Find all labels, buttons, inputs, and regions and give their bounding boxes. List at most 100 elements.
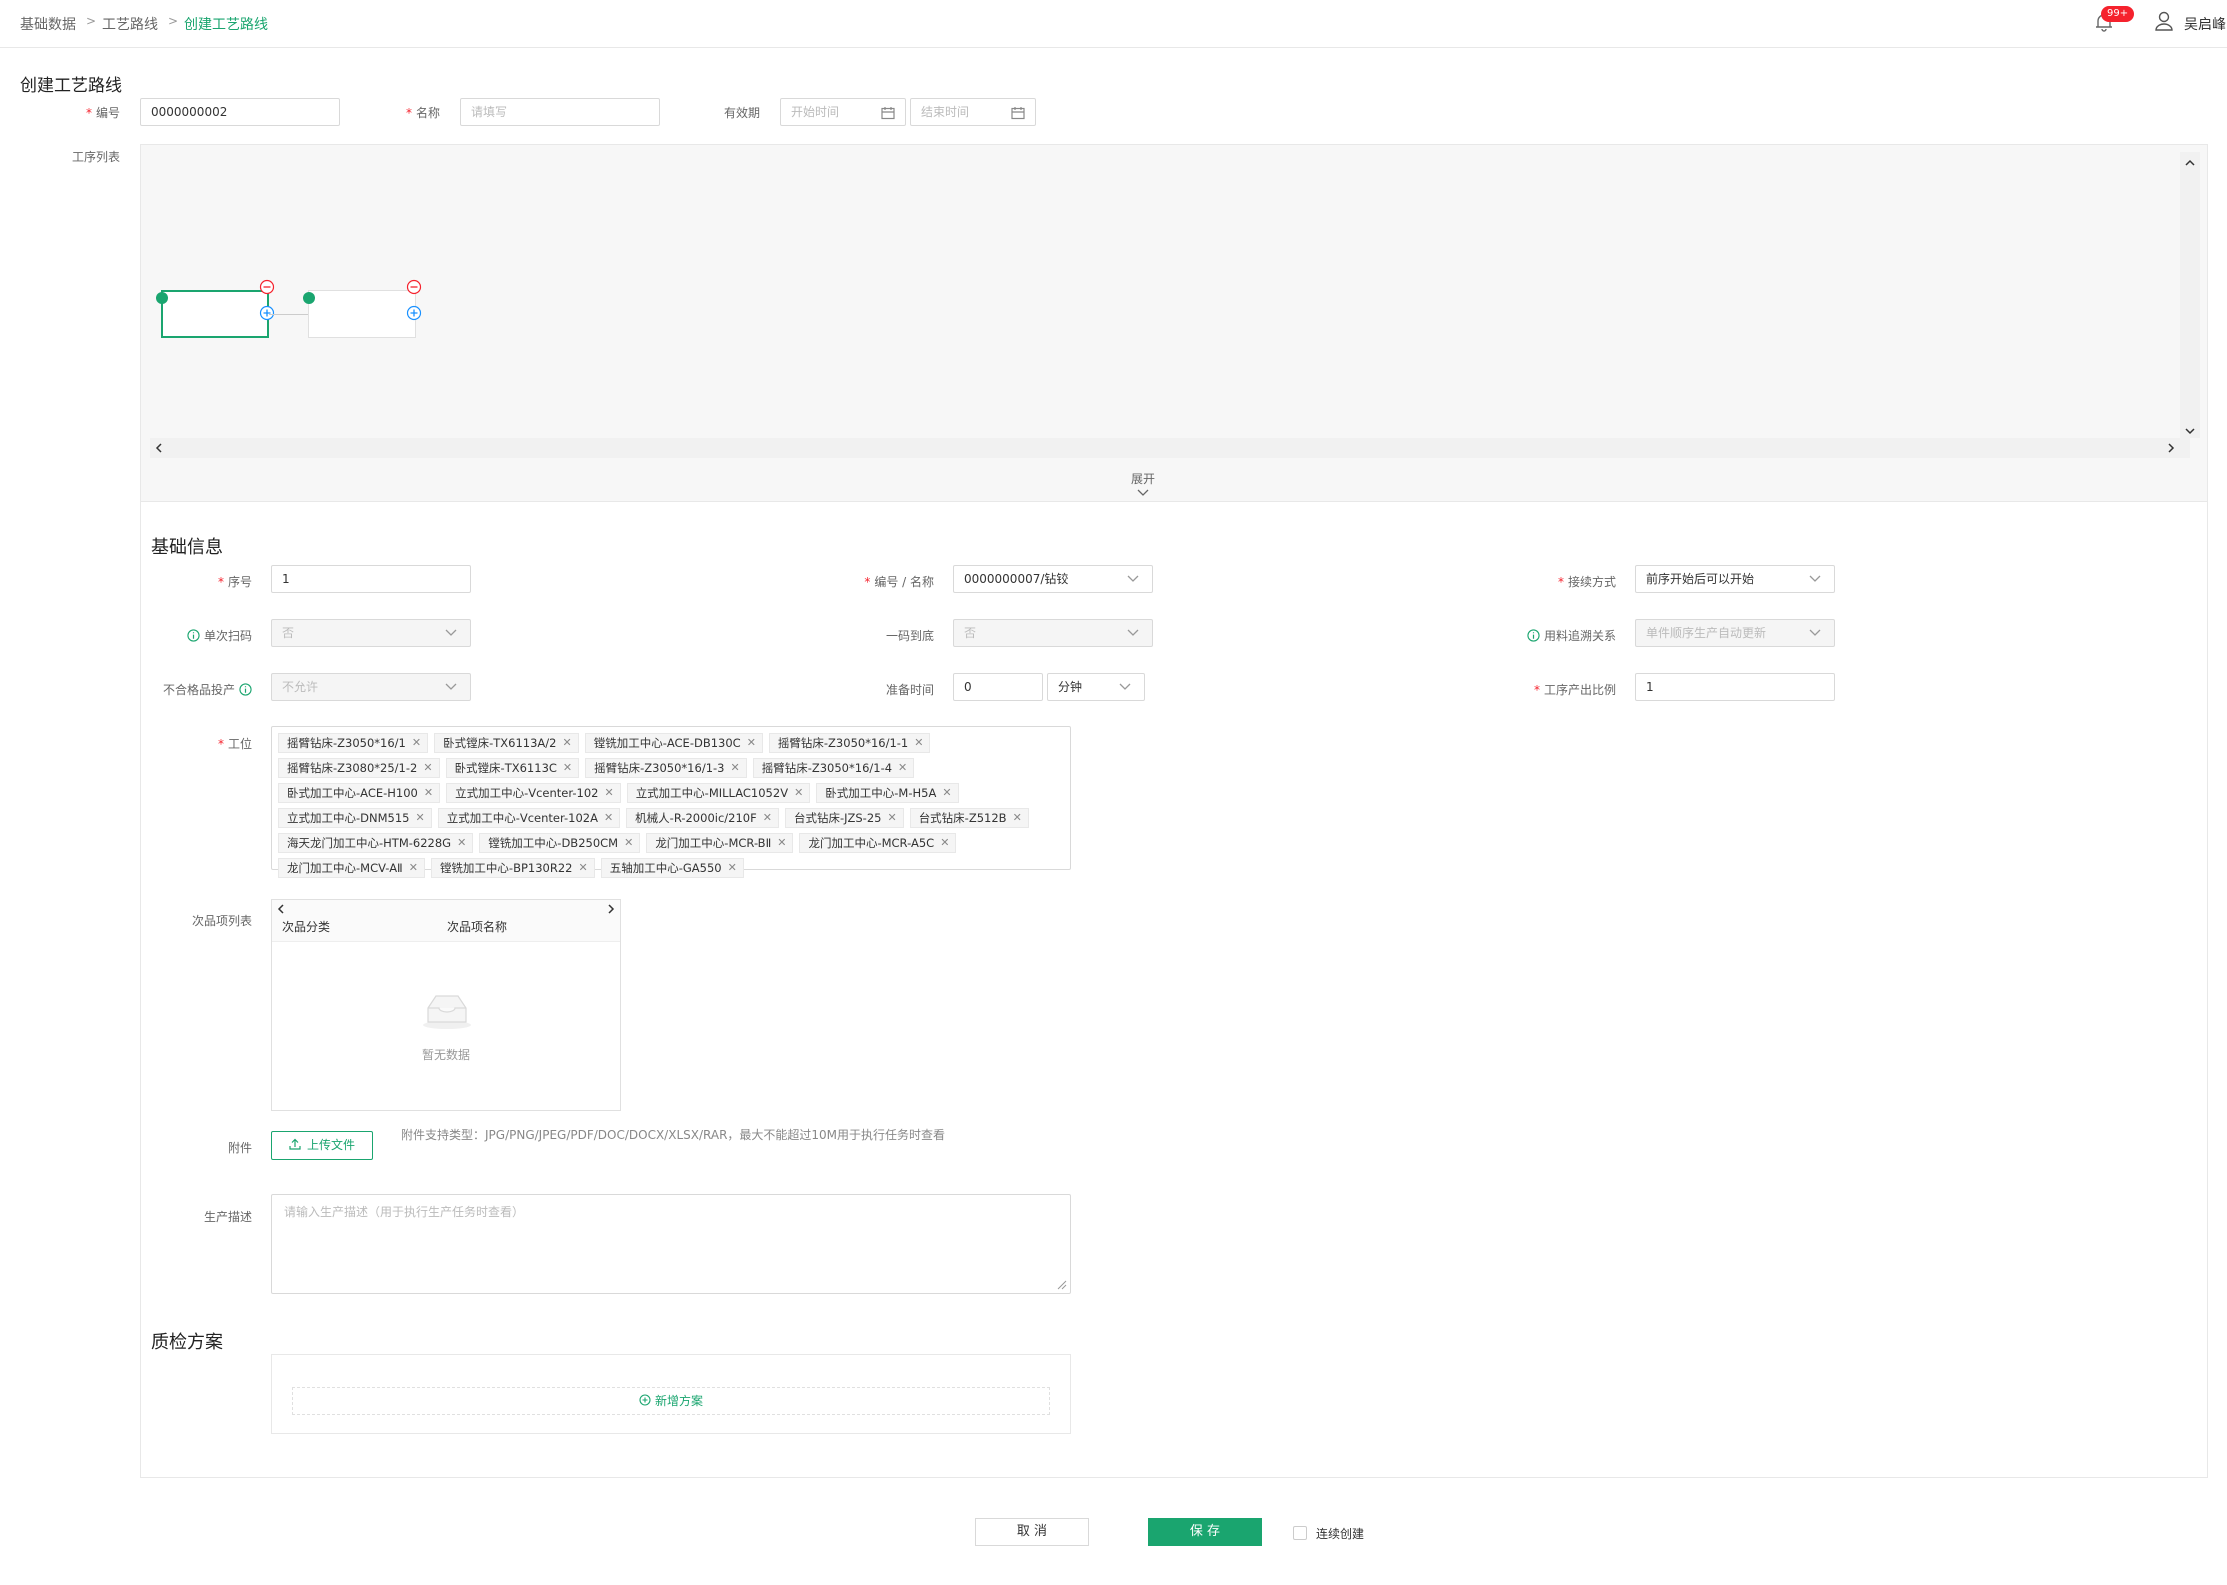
empty-text: 暂无数据 bbox=[421, 1048, 470, 1062]
station-tag: 摇臂钻床-Z3050*16/1-3 ✕ bbox=[585, 758, 747, 778]
save-button[interactable]: 保 存 bbox=[1148, 1518, 1262, 1546]
connect-label: * 接续方式 bbox=[1557, 575, 1616, 589]
station-tag: 龙门加工中心-MCR-BⅡ ✕ bbox=[646, 833, 794, 853]
close-icon[interactable]: ✕ bbox=[777, 834, 786, 852]
resize-handle-icon[interactable] bbox=[1057, 1280, 1067, 1290]
validity-label: 有效期 bbox=[723, 106, 760, 120]
station-tag-label: 卧式镗床-TX6113C bbox=[454, 761, 557, 775]
breadcrumb-separator: > bbox=[86, 14, 97, 28]
station-tag: 卧式镗床-TX6113A/2 ✕ bbox=[434, 733, 579, 753]
code-name-label: * 编号 / 名称 bbox=[864, 575, 934, 589]
station-tag-label: 立式加工中心-DNM515 bbox=[287, 811, 410, 825]
close-icon[interactable]: ✕ bbox=[563, 759, 572, 777]
desc-textarea[interactable]: 请输入生产描述（用于执行生产任务时查看） bbox=[271, 1194, 1071, 1294]
prep-time-input[interactable]: 0 bbox=[953, 673, 1043, 701]
upload-button[interactable]: 上传文件 bbox=[271, 1131, 373, 1160]
close-icon[interactable]: ✕ bbox=[409, 859, 418, 877]
seq-input[interactable]: 1 bbox=[271, 565, 471, 593]
breadcrumb-item-routing[interactable]: 工艺路线 bbox=[102, 14, 158, 34]
chevron-down-icon bbox=[1119, 683, 1131, 690]
close-icon[interactable]: ✕ bbox=[578, 859, 587, 877]
close-icon[interactable]: ✕ bbox=[604, 784, 613, 802]
station-tag-label: 海天龙门加工中心-HTM-6228G bbox=[287, 836, 452, 850]
station-tag: 龙门加工中心-MCR-A5C ✕ bbox=[799, 833, 957, 853]
close-icon[interactable]: ✕ bbox=[562, 734, 571, 752]
station-tag-label: 摇臂钻床-Z3050*16/1-4 bbox=[761, 761, 893, 775]
add-qc-plan-button[interactable]: 新增方案 bbox=[292, 1387, 1050, 1415]
remove-node-icon[interactable] bbox=[259, 279, 275, 295]
close-icon[interactable]: ✕ bbox=[794, 784, 803, 802]
ratio-input[interactable]: 1 bbox=[1635, 673, 1835, 701]
breadcrumb-separator: > bbox=[168, 14, 179, 28]
defect-select: 不允许 bbox=[271, 673, 471, 701]
cancel-button[interactable]: 取 消 bbox=[975, 1518, 1089, 1546]
station-tag-label: 卧式加工中心-ACE-H100 bbox=[287, 786, 418, 800]
scroll-left-icon[interactable] bbox=[154, 443, 164, 453]
close-icon[interactable]: ✕ bbox=[457, 834, 466, 852]
table-header: 次品分类 次品项名称 bbox=[272, 900, 620, 942]
station-multiselect[interactable]: 摇臂钻床-Z3050*16/1 ✕ 卧式镗床-TX6113A/2 ✕ 镗铣加工中心-AC… bbox=[271, 726, 1071, 878]
close-icon[interactable]: ✕ bbox=[1013, 809, 1022, 827]
station-tag: 摇臂钻床-Z3050*16/1 ✕ bbox=[278, 733, 429, 753]
scroll-down-icon[interactable] bbox=[2185, 426, 2195, 436]
close-icon[interactable]: ✕ bbox=[914, 734, 923, 752]
station-tag-label: 台式钻床-JZS-25 bbox=[793, 811, 882, 825]
add-node-icon[interactable] bbox=[406, 305, 422, 321]
station-tag-label: 五轴加工中心-GA550 bbox=[609, 861, 722, 875]
process-node[interactable] bbox=[308, 290, 416, 338]
prep-unit-select[interactable]: 分钟 bbox=[1047, 673, 1145, 701]
close-icon[interactable]: ✕ bbox=[763, 809, 772, 827]
desc-label: 生产描述 bbox=[203, 1210, 252, 1224]
station-tag-label: 镗铣加工中心-BP130R22 bbox=[439, 861, 573, 875]
scroll-left-icon[interactable] bbox=[276, 904, 286, 914]
close-icon[interactable]: ✕ bbox=[412, 734, 421, 752]
scroll-right-icon[interactable] bbox=[2166, 443, 2176, 453]
station-tag: 台式钻床-JZS-25 ✕ bbox=[784, 808, 904, 828]
scan-label: 单次扫码 bbox=[140, 627, 252, 644]
close-icon[interactable]: ✕ bbox=[604, 809, 613, 827]
station-tag: 卧式加工中心-M-H5A ✕ bbox=[816, 783, 959, 803]
continue-create-label[interactable]: 连续创建 bbox=[1316, 1525, 1364, 1542]
close-icon[interactable]: ✕ bbox=[940, 834, 949, 852]
continue-create-checkbox[interactable] bbox=[1293, 1526, 1307, 1540]
breadcrumb-item-basic-data[interactable]: 基础数据 bbox=[20, 14, 76, 34]
station-tag-label: 龙门加工中心-MCR-A5C bbox=[808, 836, 935, 850]
username[interactable]: 吴启峰 bbox=[2184, 14, 2226, 34]
station-tag-label: 龙门加工中心-MCR-BⅡ bbox=[655, 836, 772, 850]
code-to-end-label: 一码到底 bbox=[885, 629, 934, 643]
station-tag-label: 镗铣加工中心-ACE-DB130C bbox=[593, 736, 741, 750]
trace-label: 用料追溯关系 bbox=[1500, 627, 1616, 644]
attach-hint: 附件支持类型：JPG/PNG/JPEG/PDF/DOC/DOCX/XLSX/RA… bbox=[401, 1128, 946, 1142]
user-icon[interactable] bbox=[2154, 10, 2174, 32]
connect-select[interactable]: 前序开始后可以开始 bbox=[1635, 565, 1835, 593]
horizontal-scrollbar[interactable] bbox=[150, 438, 2190, 458]
code-input[interactable]: 0000000002 bbox=[140, 98, 340, 126]
station-tag: 台式钻床-Z512B ✕ bbox=[909, 808, 1029, 828]
station-tag: 立式加工中心-MILLAC1052V ✕ bbox=[626, 783, 811, 803]
remove-node-icon[interactable] bbox=[406, 279, 422, 295]
close-icon[interactable]: ✕ bbox=[624, 834, 633, 852]
station-tag: 立式加工中心-Vcenter-102A ✕ bbox=[437, 808, 621, 828]
end-date-input[interactable]: 结束时间 bbox=[910, 98, 1036, 126]
vertical-scrollbar[interactable] bbox=[2180, 152, 2200, 438]
expand-toggle[interactable]: 展开 bbox=[1120, 470, 1166, 501]
name-input[interactable]: 请填写 bbox=[460, 98, 660, 126]
close-icon[interactable]: ✕ bbox=[898, 759, 907, 777]
code-name-select[interactable]: 0000000007/钻铰 bbox=[953, 565, 1153, 593]
close-icon[interactable]: ✕ bbox=[730, 759, 739, 777]
close-icon[interactable]: ✕ bbox=[728, 859, 737, 877]
close-icon[interactable]: ✕ bbox=[424, 784, 433, 802]
name-label: * 名称 bbox=[405, 106, 440, 120]
scroll-up-icon[interactable] bbox=[2185, 158, 2195, 168]
close-icon[interactable]: ✕ bbox=[887, 809, 896, 827]
station-tag: 立式加工中心-Vcenter-102 ✕ bbox=[446, 783, 621, 803]
close-icon[interactable]: ✕ bbox=[415, 809, 424, 827]
process-node[interactable] bbox=[161, 290, 269, 338]
close-icon[interactable]: ✕ bbox=[747, 734, 756, 752]
station-tag: 卧式镗床-TX6113C ✕ bbox=[445, 758, 580, 778]
scroll-right-icon[interactable] bbox=[606, 904, 616, 914]
start-date-input[interactable]: 开始时间 bbox=[780, 98, 906, 126]
close-icon[interactable]: ✕ bbox=[942, 784, 951, 802]
close-icon[interactable]: ✕ bbox=[423, 759, 432, 777]
add-node-icon[interactable] bbox=[259, 305, 275, 321]
